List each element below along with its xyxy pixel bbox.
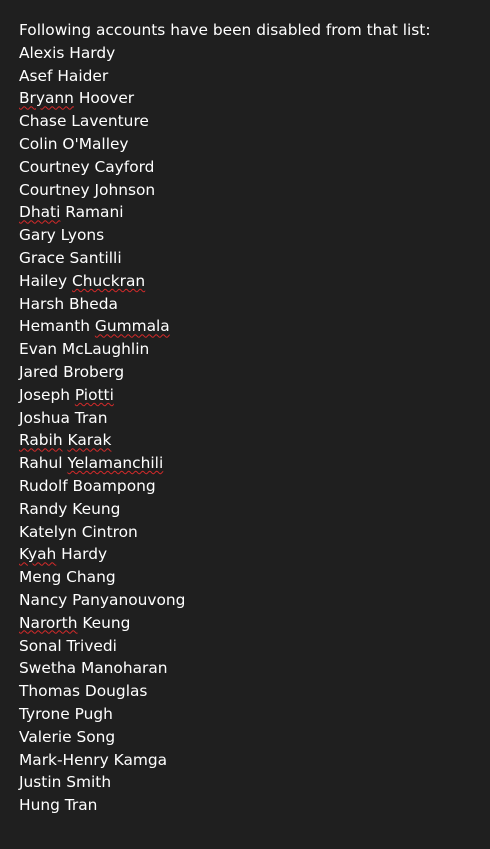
name-text: Tyrone Pugh xyxy=(19,704,113,723)
name-text: Hemanth xyxy=(19,317,95,336)
account-name-line: Sonal Trivedi xyxy=(19,635,482,658)
name-text: Courtney Johnson xyxy=(19,180,156,199)
misspelled-word: Rabih xyxy=(19,431,63,450)
account-name-line: Joshua Tran xyxy=(19,407,482,430)
name-text: Katelyn Cintron xyxy=(19,522,138,541)
misspelled-word: Chuckran xyxy=(72,271,146,290)
name-text: Jared Broberg xyxy=(19,362,125,381)
account-name-line: Gary Lyons xyxy=(19,224,482,247)
misspelled-word: Gummala xyxy=(94,317,170,336)
name-text: Rahul xyxy=(19,454,68,473)
account-name-line: Meng Chang xyxy=(19,566,482,589)
misspelled-word: Piotti xyxy=(74,385,114,404)
account-name-line: Courtney Johnson xyxy=(19,179,482,202)
heading-line: Following accounts have been disabled fr… xyxy=(19,21,431,39)
name-text: Gary Lyons xyxy=(19,226,105,245)
account-name-line: Randy Keung xyxy=(19,498,482,521)
account-name-line: Grace Santilli xyxy=(19,247,482,270)
account-name-line: Rahul Yelamanchili xyxy=(19,452,482,475)
account-name-line: Joseph Piotti xyxy=(19,384,482,407)
account-name-line: Nancy Panyanouvong xyxy=(19,589,482,612)
document-body[interactable]: Following accounts have been disabled fr… xyxy=(19,19,482,817)
name-text: Randy Keung xyxy=(19,499,121,518)
name-text: Joseph xyxy=(19,385,75,404)
misspelled-word: Karak xyxy=(67,431,112,450)
account-name-line: Mark-Henry Kamga xyxy=(19,749,482,772)
name-text: Hailey xyxy=(19,271,73,290)
account-name-line: Asef Haider xyxy=(19,65,482,88)
account-name-line: Hemanth Gummala xyxy=(19,315,482,338)
misspelled-word: Yelamanchili xyxy=(67,454,164,473)
name-text: Asef Haider xyxy=(19,66,109,85)
account-name-line: Hung Tran xyxy=(19,794,482,817)
name-text: Justin Smith xyxy=(19,773,112,792)
disabled-accounts-list: Alexis Hardy Asef Haider Bryann Hoover Chas… xyxy=(19,42,482,817)
account-name-line: Katelyn Cintron xyxy=(19,521,482,544)
name-text: Mark-Henry Kamga xyxy=(19,750,168,769)
account-name-line: Dhati Ramani xyxy=(19,201,482,224)
name-text: Thomas Douglas xyxy=(19,682,148,701)
account-name-line: Bryann Hoover xyxy=(19,87,482,110)
name-text: Rudolf Boampong xyxy=(19,476,156,495)
account-name-line: Tyrone Pugh xyxy=(19,703,482,726)
account-name-line: Evan McLaughlin xyxy=(19,338,482,361)
name-text: Grace Santilli xyxy=(19,248,122,267)
name-text: Evan McLaughlin xyxy=(19,340,150,359)
name-text: Valerie Song xyxy=(19,727,116,746)
account-name-line: Valerie Song xyxy=(19,726,482,749)
name-text: Keung xyxy=(77,613,131,632)
account-name-line: Hailey Chuckran xyxy=(19,270,482,293)
name-text: Alexis Hardy xyxy=(19,43,116,62)
name-text: Courtney Cayford xyxy=(19,157,155,176)
name-text: Hoover xyxy=(73,89,135,108)
name-text: Swetha Manoharan xyxy=(19,659,168,678)
name-text: Hung Tran xyxy=(19,796,98,815)
name-text: Ramani xyxy=(60,203,124,222)
account-name-line: Swetha Manoharan xyxy=(19,657,482,680)
account-name-line: Justin Smith xyxy=(19,771,482,794)
account-name-line: Courtney Cayford xyxy=(19,156,482,179)
name-text: Chase Laventure xyxy=(19,112,149,131)
name-text: Nancy Panyanouvong xyxy=(19,590,186,609)
name-text: Joshua Tran xyxy=(19,408,108,427)
misspelled-word: Kyah xyxy=(19,545,57,564)
account-name-line: Narorth Keung xyxy=(19,612,482,635)
account-name-line: Rudolf Boampong xyxy=(19,475,482,498)
account-name-line: Chase Laventure xyxy=(19,110,482,133)
name-text: Harsh Bheda xyxy=(19,294,118,313)
account-name-line: Alexis Hardy xyxy=(19,42,482,65)
account-name-line: Jared Broberg xyxy=(19,361,482,384)
name-text: Sonal Trivedi xyxy=(19,636,117,655)
name-text: Hardy xyxy=(56,545,108,564)
misspelled-word: Bryann xyxy=(19,89,74,108)
account-name-line: Colin O'Malley xyxy=(19,133,482,156)
account-name-line: Thomas Douglas xyxy=(19,680,482,703)
name-text: Colin O'Malley xyxy=(19,134,129,153)
account-name-line: Harsh Bheda xyxy=(19,293,482,316)
account-name-line: Kyah Hardy xyxy=(19,543,482,566)
misspelled-word: Narorth xyxy=(19,613,78,632)
name-text: Meng Chang xyxy=(19,568,116,587)
misspelled-word: Dhati xyxy=(19,203,61,222)
account-name-line: Rabih Karak xyxy=(19,429,482,452)
